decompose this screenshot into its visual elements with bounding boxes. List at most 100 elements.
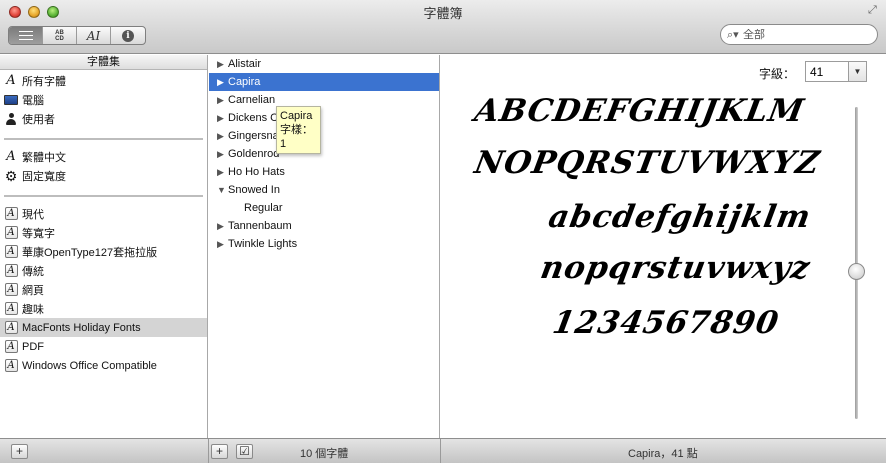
collection-web[interactable]: A 網頁: [0, 280, 207, 299]
font-item-gingersnap[interactable]: ▶ Gingersna: [209, 127, 439, 145]
font-label: Carnelian: [228, 94, 276, 106]
fullscreen-icon[interactable]: ⤢: [868, 4, 880, 16]
collection-traditional-chinese[interactable]: A 繁體中文: [0, 147, 207, 166]
disclosure-down-icon[interactable]: ▼: [217, 185, 228, 195]
collection-label: Windows Office Compatible: [22, 359, 157, 372]
font-label: Gingersna: [228, 130, 279, 142]
disclosure-right-icon[interactable]: ▶: [217, 149, 228, 160]
font-icon: A: [6, 73, 16, 88]
preview-lowercase-1: abcdefghijklm: [545, 199, 814, 235]
collection-label: PDF: [22, 340, 44, 353]
collection-all-fonts[interactable]: A 所有字體: [0, 71, 207, 90]
font-label: Tannenbaum: [228, 220, 292, 232]
collection-windows-office[interactable]: A Windows Office Compatible: [0, 356, 207, 375]
collection-pdf[interactable]: A PDF: [0, 337, 207, 356]
size-slider-knob[interactable]: [848, 263, 865, 281]
preview-lowercase-2: nopqrstuvwxyz: [537, 250, 814, 286]
preview-uppercase-2: NOPQRSTUVWXYZ: [471, 145, 823, 181]
add-font-button[interactable]: +: [211, 444, 228, 459]
font-item-twinkle-lights[interactable]: ▶ Twinkle Lights: [209, 235, 439, 253]
bottom-bar: + + ☑ 10 個字體 Capira，41 點: [0, 438, 886, 463]
collection-label: 傳統: [22, 265, 44, 278]
font-style-regular[interactable]: Regular: [209, 199, 439, 217]
font-label: Alistair: [228, 58, 262, 70]
sample-icon: AB CD: [55, 29, 64, 42]
font-item-alistair[interactable]: ▶ Alistair: [209, 55, 439, 73]
gear-icon: ⚙: [4, 167, 18, 184]
custom-view-button[interactable]: AI: [77, 27, 111, 44]
collection-modern[interactable]: A 現代: [0, 204, 207, 223]
view-mode-control: AB CD AI i: [8, 26, 146, 45]
collection-label: 所有字體: [22, 75, 66, 88]
selection-status: Capira，41 點: [628, 448, 698, 460]
font-item-snowed-in[interactable]: ▼ Snowed In: [209, 181, 439, 199]
divider: [4, 138, 203, 140]
search-input[interactable]: [743, 28, 863, 41]
search-icon: ⌕▾: [727, 28, 739, 41]
font-label: Twinkle Lights: [228, 238, 298, 250]
disclosure-right-icon[interactable]: ▶: [217, 239, 228, 250]
disclosure-right-icon[interactable]: ▶: [217, 113, 228, 124]
font-item-ho-ho-hats[interactable]: ▶ Ho Ho Hats: [209, 163, 439, 181]
search-field[interactable]: ⌕▾: [720, 24, 878, 45]
window-title: 字體簿: [423, 6, 463, 21]
collection-icon: A: [3, 226, 19, 240]
collection-icon: A: [3, 207, 19, 221]
font-item-tannenbaum[interactable]: ▶ Tannenbaum: [209, 217, 439, 235]
list-icon: [18, 31, 33, 40]
disclosure-right-icon[interactable]: ▶: [217, 77, 228, 88]
size-combobox[interactable]: ▼: [805, 61, 867, 82]
add-collection-button[interactable]: +: [11, 444, 28, 459]
collection-dynacomware[interactable]: A 華康OpenType127套拖拉版: [0, 242, 207, 261]
disclosure-right-icon[interactable]: ▶: [217, 95, 228, 106]
collection-label: 繁體中文: [22, 151, 66, 164]
info-view-button[interactable]: i: [111, 27, 145, 44]
collection-label: 使用者: [22, 113, 55, 126]
collection-label: 網頁: [22, 284, 44, 297]
disclosure-right-icon[interactable]: ▶: [217, 59, 228, 70]
collection-icon: A: [3, 359, 19, 373]
font-tooltip: Capira 字樣：1: [276, 106, 321, 154]
title-bar: 字體簿 ⤢ AB CD AI i ⌕▾: [0, 0, 886, 54]
collection-macfonts-holiday[interactable]: A MacFonts Holiday Fonts: [0, 318, 207, 337]
tooltip-font-name: Capira: [280, 110, 313, 122]
tooltip-style-count: 字樣：1: [280, 124, 313, 150]
font-item-goldenrod[interactable]: ▶ Goldenrod: [209, 145, 439, 163]
preview-pane: 字級： ▼ ABCDEFGHIJKLM NOPQRSTUVWXYZ abcdef…: [441, 55, 886, 438]
collection-label: 固定寬度: [22, 170, 66, 183]
collection-label: 華康OpenType127套拖拉版: [22, 246, 158, 259]
divider: [4, 195, 203, 197]
validate-font-button[interactable]: ☑: [236, 444, 253, 459]
collection-user[interactable]: 使用者: [0, 109, 207, 128]
plus-icon: +: [215, 444, 223, 458]
chevron-down-icon[interactable]: ▼: [849, 62, 866, 81]
disclosure-right-icon[interactable]: ▶: [217, 221, 228, 232]
checkbox-icon: ☑: [239, 444, 250, 458]
collection-icon: A: [3, 340, 19, 354]
collection-label: 電腦: [22, 94, 44, 107]
preview-digits: 1234567890: [549, 305, 782, 341]
font-list-pane: ▶ Alistair ▶ Capira ▶ Carnelian ▶ Dicken…: [209, 55, 440, 438]
info-icon: i: [122, 29, 134, 42]
divider: [208, 439, 209, 463]
font-item-capira[interactable]: ▶ Capira: [209, 73, 439, 91]
collection-fun[interactable]: A 趣味: [0, 299, 207, 318]
size-input[interactable]: [806, 62, 849, 81]
collection-monospace[interactable]: A 等寬字: [0, 223, 207, 242]
font-item-dickens[interactable]: ▶ Dickens C: [209, 109, 439, 127]
list-view-button[interactable]: [9, 27, 43, 44]
collection-icon: A: [3, 264, 19, 278]
collection-label: 現代: [22, 208, 44, 221]
collection-fixed-width[interactable]: ⚙ 固定寬度: [0, 166, 207, 185]
disclosure-right-icon[interactable]: ▶: [217, 167, 228, 178]
custom-text-icon: AI: [86, 28, 101, 43]
collection-icon: A: [3, 302, 19, 316]
font-label: Dickens C: [228, 112, 279, 124]
collection-computer[interactable]: 電腦: [0, 90, 207, 109]
font-item-carnelian[interactable]: ▶ Carnelian: [209, 91, 439, 109]
sample-view-button[interactable]: AB CD: [43, 27, 77, 44]
disclosure-right-icon[interactable]: ▶: [217, 131, 228, 142]
size-label: 字級：: [759, 67, 796, 81]
font-label: Goldenrod: [228, 148, 280, 160]
collection-traditional[interactable]: A 傳統: [0, 261, 207, 280]
